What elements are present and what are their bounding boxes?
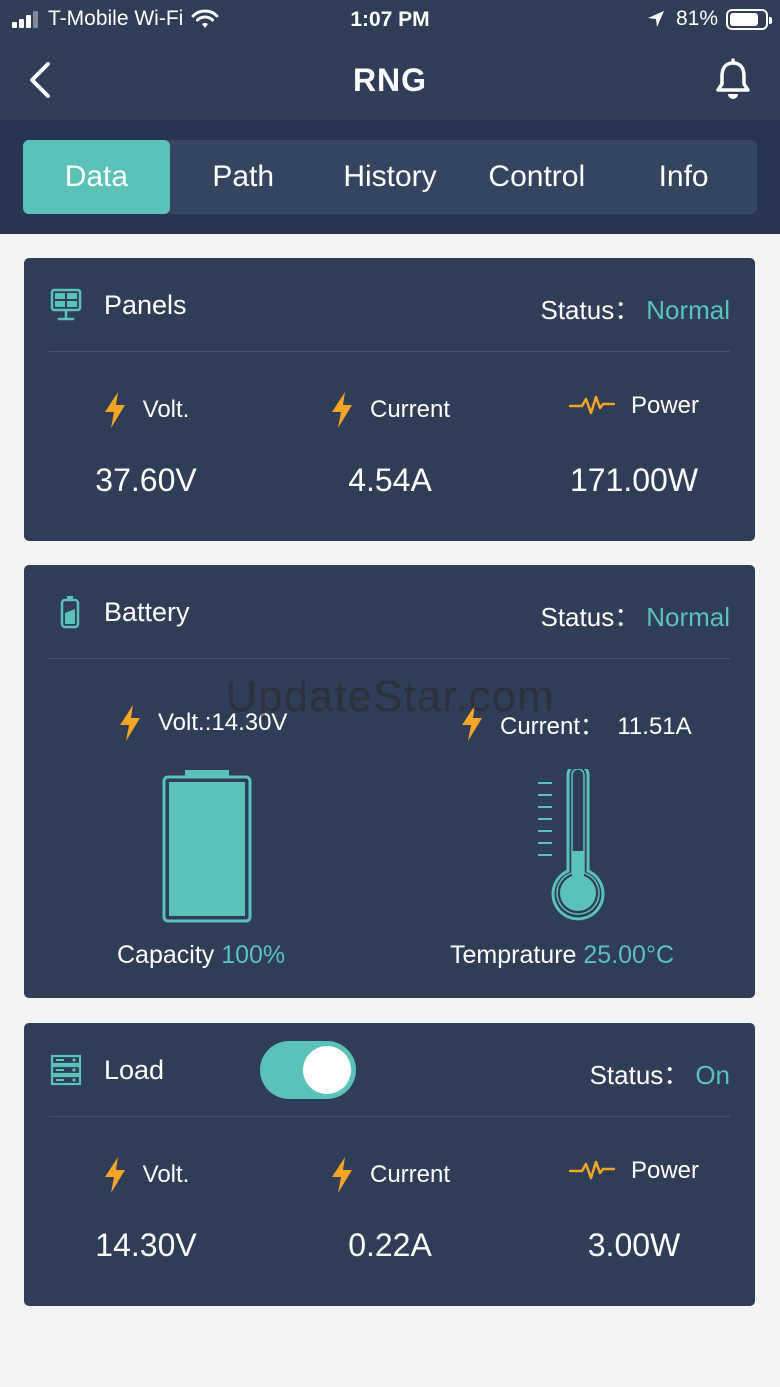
load-current-metric: Current 0.22A (268, 1117, 512, 1307)
metric-label: Volt. (142, 1161, 190, 1188)
load-status: Status： On (590, 1055, 730, 1092)
tab-info[interactable]: Info (610, 140, 757, 214)
capacity-label: Capacity (117, 941, 222, 969)
battery-status-value: Normal (646, 602, 730, 632)
load-power-metric: Power 3.00W (512, 1117, 756, 1307)
panels-status-value: Normal (646, 295, 730, 325)
load-toggle[interactable] (260, 1041, 356, 1099)
metric-value: 14.30V (95, 1227, 197, 1263)
divider (49, 658, 730, 659)
metric-value: 0.22A (348, 1227, 432, 1263)
nav-bar: RNG (0, 40, 780, 120)
watermark: UpdateStar.com (225, 672, 555, 721)
tab-history[interactable]: History (317, 140, 464, 214)
toggle-knob (303, 1046, 351, 1094)
metric-label: Volt. (142, 396, 190, 423)
page-title: RNG (352, 62, 428, 98)
metric-value: 3.00W (587, 1227, 681, 1263)
load-card-header: Load Status： On (24, 1023, 755, 1116)
tab-bar: Data Path History Control Info (23, 140, 757, 214)
battery-capacity-fill (169, 782, 245, 916)
pulse-icon (568, 395, 615, 415)
panels-current-metric: Current 4.54A (268, 352, 512, 542)
temperature-label: Temprature (450, 941, 584, 969)
battery-title: Battery (104, 597, 190, 627)
battery-card: Battery Status： Normal Volt.:14.30V Curre… (24, 565, 755, 998)
panels-card-header: Panels Status： Normal (24, 258, 755, 351)
server-icon (50, 1054, 82, 1086)
panels-status: Status： Normal (540, 290, 730, 327)
battery-status: Status： Normal (540, 597, 730, 634)
battery-card-header: Battery Status： Normal (24, 565, 755, 658)
battery-status-label: Status： (540, 602, 641, 632)
load-card: Load Status： On Volt. 14.30V Current 0.22… (24, 1023, 755, 1306)
bell-icon[interactable] (712, 58, 754, 102)
metric-value: 37.60V (95, 462, 197, 498)
metric-label: Current (369, 396, 451, 423)
metric-value: 171.00W (569, 462, 699, 498)
panels-card: Panels Status： Normal Volt. 37.60V Curren… (24, 258, 755, 541)
location-arrow-icon (647, 11, 664, 27)
load-title: Load (104, 1055, 165, 1085)
tab-control[interactable]: Control (463, 140, 610, 214)
load-metrics: Volt. 14.30V Current 0.22A Power 3.00W (24, 1117, 755, 1307)
solar-panel-icon (50, 288, 82, 321)
panels-title: Panels (104, 290, 187, 320)
thermometer-icon (538, 769, 605, 921)
panels-status-label: Status： (540, 295, 641, 325)
load-volt-metric: Volt. 14.30V (24, 1117, 268, 1307)
temperature-value: 25.00°C (583, 941, 675, 969)
capacity-value: 100% (221, 941, 286, 969)
app-header: T-Mobile Wi-Fi 1:07 PM 81% RNG Data Path… (0, 0, 780, 234)
metric-value: 4.54A (348, 462, 432, 498)
battery-percent: 81% (675, 7, 718, 30)
tab-path[interactable]: Path (170, 140, 317, 214)
battery-temperature: Temprature 25.00°C (450, 941, 674, 970)
metric-label: Power (630, 1157, 700, 1184)
lightning-icon (104, 392, 125, 428)
load-status-value: On (695, 1060, 730, 1090)
load-status-label: Status： (589, 1060, 690, 1090)
battery-capacity: Capacity 100% (117, 941, 285, 970)
tab-data[interactable]: Data (23, 140, 170, 214)
panels-power-metric: Power 171.00W (512, 352, 756, 542)
metric-label: Power (630, 392, 700, 419)
battery-card-icon (60, 596, 80, 629)
status-bar: T-Mobile Wi-Fi 1:07 PM 81% (0, 0, 780, 40)
metric-label: Current (369, 1161, 451, 1188)
battery-capacity-gauge (162, 770, 252, 923)
pulse-icon (568, 1160, 615, 1180)
lightning-icon (331, 392, 352, 428)
lightning-icon (331, 1157, 352, 1193)
lightning-icon (104, 1157, 125, 1193)
battery-icon (726, 8, 772, 30)
panels-metrics: Volt. 37.60V Current 4.54A Power 171.00W (24, 352, 755, 542)
panels-volt-metric: Volt. 37.60V (24, 352, 268, 542)
